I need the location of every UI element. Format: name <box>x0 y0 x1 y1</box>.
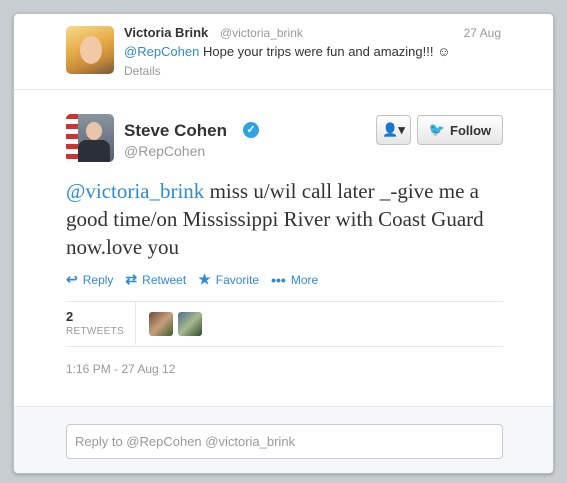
reply-footer: Reply to @RepCohen @victoria_brink <box>14 406 553 473</box>
verified-icon: ✓ <box>243 122 259 138</box>
more-action[interactable]: ••• More <box>271 271 318 288</box>
parent-tweet-body: Hope your trips were fun and amazing!!! … <box>199 44 451 59</box>
retweet-icon: ⇄ <box>125 271 138 287</box>
retweet-count[interactable]: 2 <box>66 309 73 324</box>
divider <box>66 301 503 302</box>
follow-button[interactable]: 🐦 Follow <box>417 115 503 145</box>
author-name[interactable]: Steve Cohen <box>124 121 227 141</box>
stats-separator <box>135 301 136 345</box>
favorite-action[interactable]: ★ Favorite <box>198 271 259 288</box>
reply-input[interactable]: Reply to @RepCohen @victoria_brink <box>66 424 503 459</box>
tweet-timestamp[interactable]: 1:16 PM - 27 Aug 12 <box>66 362 175 376</box>
retweet-count-label[interactable]: RETWEETS <box>66 326 124 337</box>
parent-tweet-text: @RepCohen Hope your trips were fun and a… <box>124 44 450 59</box>
parent-avatar[interactable] <box>66 26 114 74</box>
reply-input-text: Reply to @RepCohen @victoria_brink <box>75 434 296 449</box>
follow-label: Follow <box>450 122 492 138</box>
more-dots-icon: ••• <box>271 271 286 288</box>
reply-icon: ↩ <box>66 271 78 287</box>
retweet-label: Retweet <box>142 272 187 287</box>
author-handle[interactable]: @RepCohen <box>124 143 205 159</box>
retweeter-avatar[interactable] <box>178 312 202 336</box>
user-actions-button[interactable]: 👤▾ <box>376 115 411 145</box>
retweet-action[interactable]: ⇄ Retweet <box>125 271 186 288</box>
author-avatar[interactable] <box>66 114 114 162</box>
favorite-label: Favorite <box>215 272 260 287</box>
more-label: More <box>290 272 319 287</box>
parent-author-handle[interactable]: @victoria_brink <box>220 26 303 40</box>
user-dropdown-icon: 👤▾ <box>382 122 405 137</box>
parent-tweet[interactable]: Victoria Brink @victoria_brink 27 Aug @R… <box>14 14 553 90</box>
divider <box>66 346 503 347</box>
parent-timestamp[interactable]: 27 Aug <box>464 26 501 40</box>
reply-label: Reply <box>82 272 114 287</box>
tweet-actions: ↩ Reply ⇄ Retweet ★ Favorite ••• More <box>66 271 330 288</box>
flag-graphic <box>66 114 78 162</box>
star-icon: ★ <box>198 271 211 287</box>
parent-author-name[interactable]: Victoria Brink <box>124 25 208 40</box>
tweet-mention-link[interactable]: @victoria_brink <box>66 179 204 203</box>
tweet-text: @victoria_brink miss u/wil call later _-… <box>66 177 511 261</box>
parent-mention-link[interactable]: @RepCohen <box>124 44 199 59</box>
reply-action[interactable]: ↩ Reply <box>66 271 113 288</box>
parent-details-link[interactable]: Details <box>124 64 161 78</box>
tweet-card: Victoria Brink @victoria_brink 27 Aug @R… <box>13 13 554 474</box>
retweeter-avatar[interactable] <box>149 312 173 336</box>
bird-icon: 🐦 <box>428 122 445 137</box>
